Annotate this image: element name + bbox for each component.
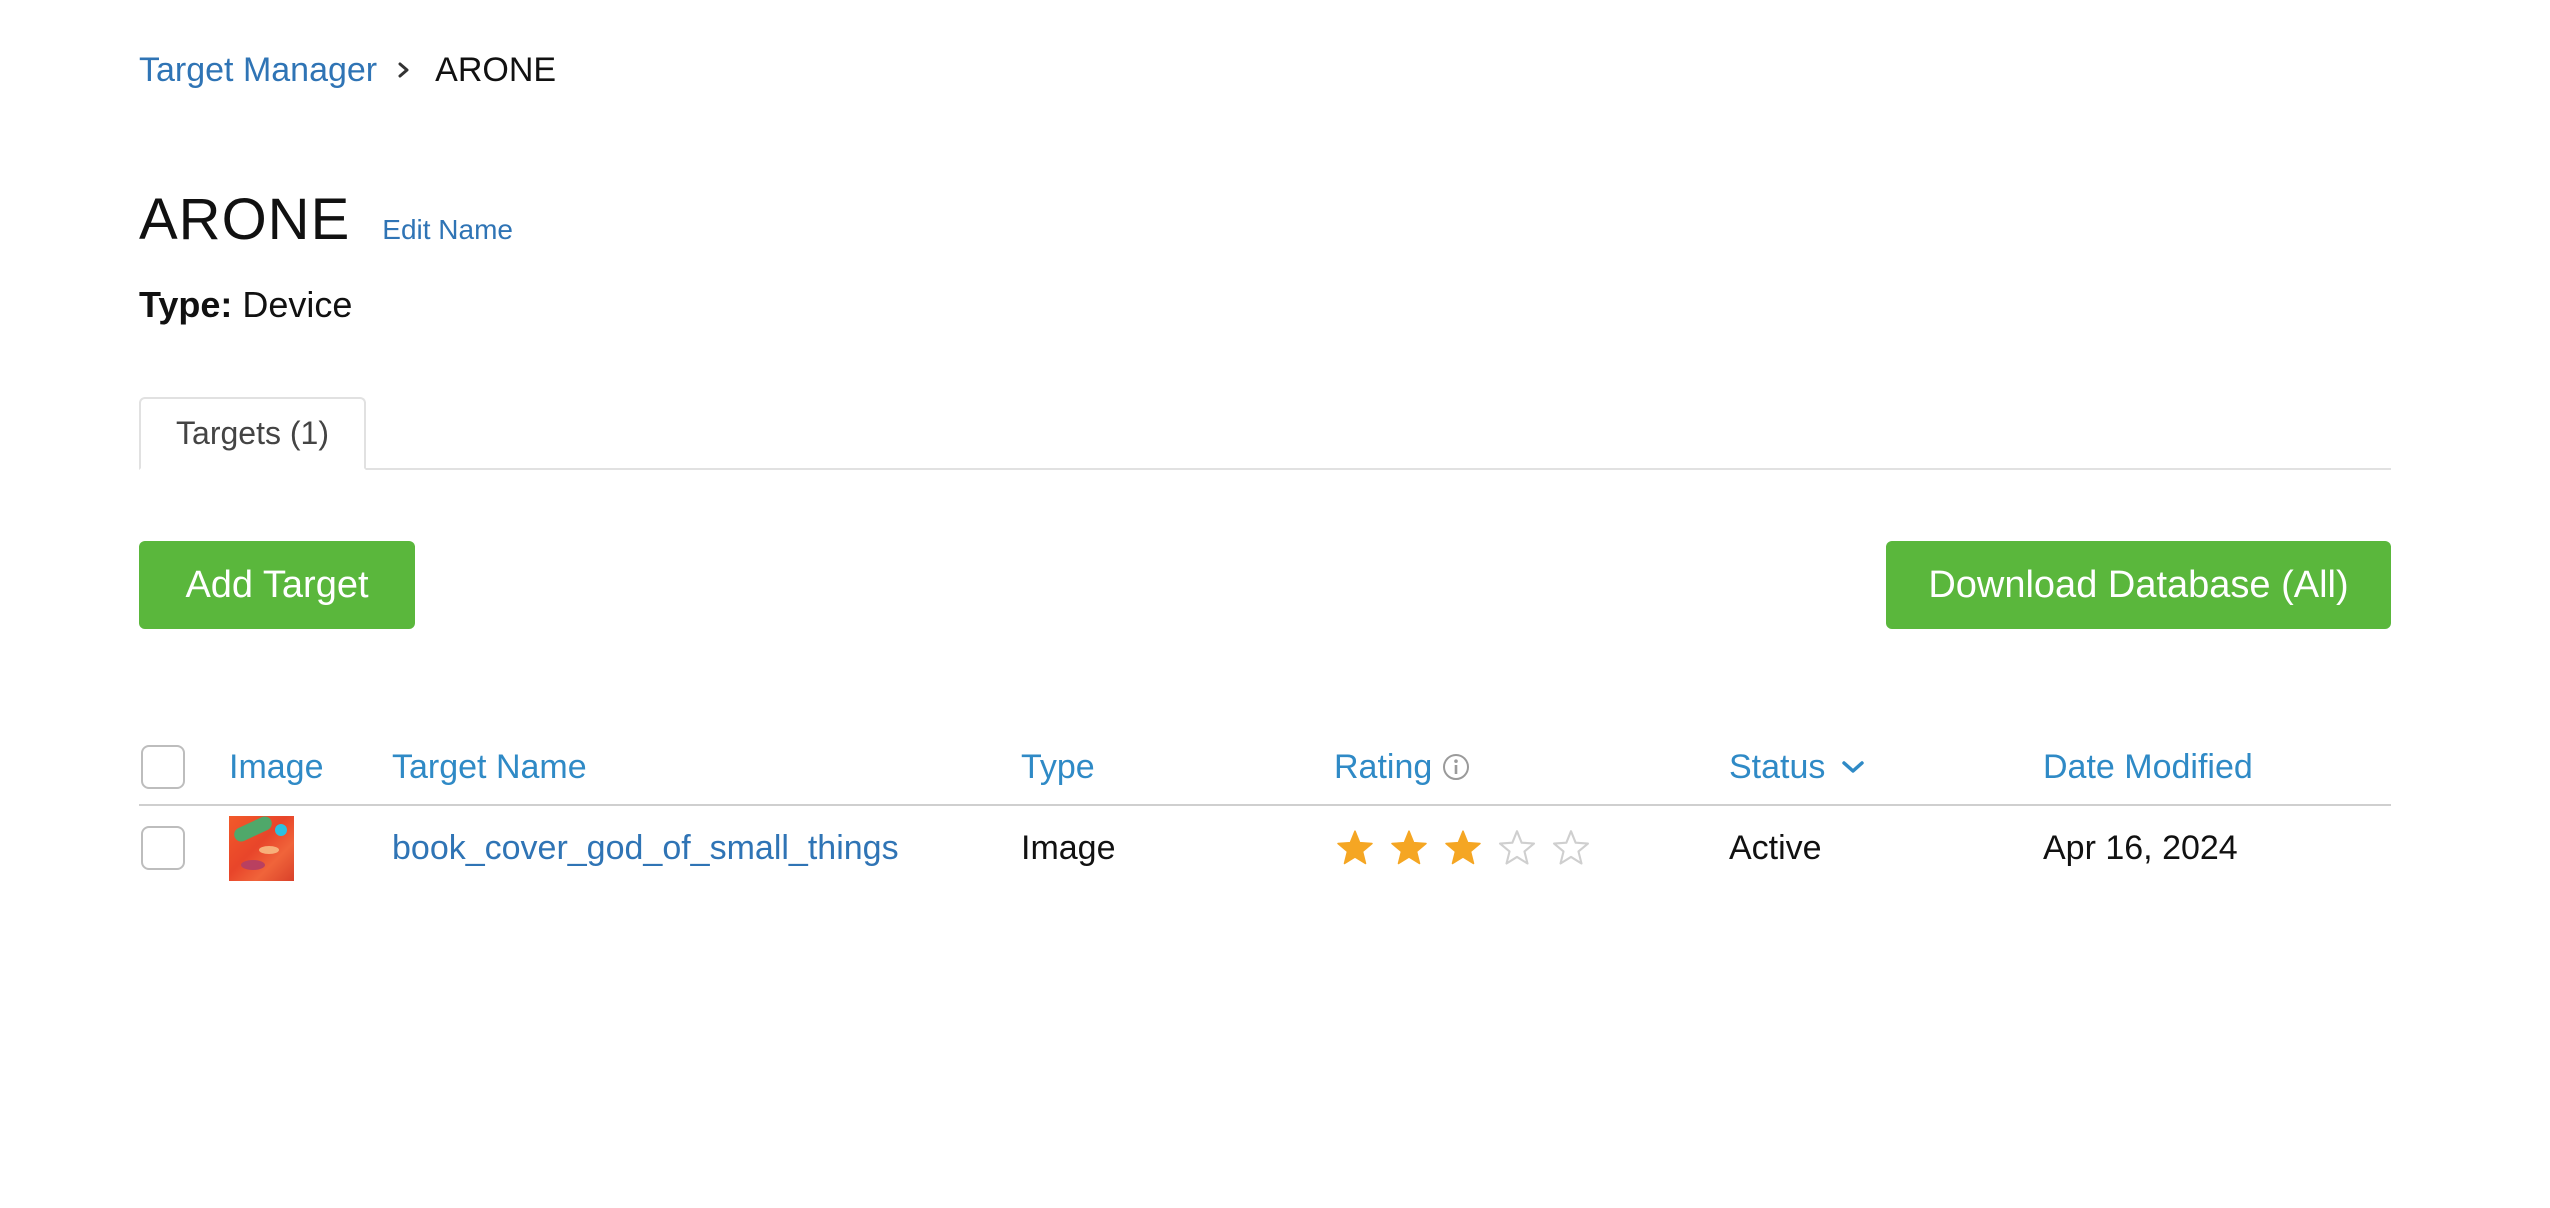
image-cell: [229, 806, 294, 890]
select-all-cell: [141, 730, 185, 804]
column-header-image[interactable]: Image: [229, 730, 324, 804]
rating-header-label: Rating: [1334, 747, 1433, 786]
tab-bar: Targets (1): [139, 397, 2391, 470]
targets-table: Image Target Name Type Rating Status Dat…: [139, 730, 2391, 890]
column-header-target-name[interactable]: Target Name: [392, 730, 587, 804]
column-header-date-modified[interactable]: Date Modified: [2043, 730, 2253, 804]
status-header-label: Status: [1729, 747, 1826, 786]
chevron-right-icon: [397, 62, 411, 78]
title-row: ARONE Edit Name: [139, 186, 513, 253]
download-database-button[interactable]: Download Database (All): [1886, 541, 2391, 629]
table-header: Image Target Name Type Rating Status Dat…: [139, 730, 2391, 806]
star-filled-icon: [1445, 830, 1481, 865]
target-name-link[interactable]: book_cover_god_of_small_things: [392, 806, 899, 890]
star-empty-icon: [1552, 830, 1590, 865]
row-checkbox[interactable]: [141, 826, 185, 870]
add-target-button[interactable]: Add Target: [139, 541, 415, 629]
star-empty-icon: [1498, 830, 1536, 865]
column-header-status[interactable]: Status: [1729, 730, 1865, 804]
breadcrumb: Target Manager ARONE: [139, 44, 556, 96]
date-modified: Apr 16, 2024: [2043, 828, 2238, 867]
target-thumbnail[interactable]: [229, 815, 294, 881]
target-manager-page: Target Manager ARONE ARONE Edit Name Typ…: [0, 0, 2550, 1208]
target-type: Image: [1021, 828, 1116, 867]
breadcrumb-current: ARONE: [435, 50, 557, 89]
page-title: ARONE: [139, 187, 351, 252]
status-badge: Active: [1729, 828, 1822, 867]
star-filled-icon: [1337, 830, 1373, 865]
select-all-checkbox[interactable]: [141, 745, 185, 789]
row-select-cell: [141, 806, 185, 890]
type-label: Type:: [139, 284, 233, 325]
rating-cell: [1334, 806, 1592, 890]
info-icon[interactable]: [1442, 753, 1470, 781]
database-type: Type: Device: [139, 284, 352, 326]
column-header-type[interactable]: Type: [1021, 730, 1095, 804]
star-filled-icon: [1391, 830, 1427, 865]
tab-targets[interactable]: Targets (1): [139, 397, 366, 470]
chevron-down-icon[interactable]: [1841, 759, 1865, 775]
table-row[interactable]: book_cover_god_of_small_things Image Act…: [139, 806, 2391, 890]
star-rating: [1334, 827, 1592, 869]
column-header-rating[interactable]: Rating: [1334, 730, 1470, 804]
breadcrumb-target-manager-link[interactable]: Target Manager: [139, 51, 377, 90]
type-value: Device: [242, 284, 353, 325]
edit-name-link[interactable]: Edit Name: [382, 214, 513, 246]
